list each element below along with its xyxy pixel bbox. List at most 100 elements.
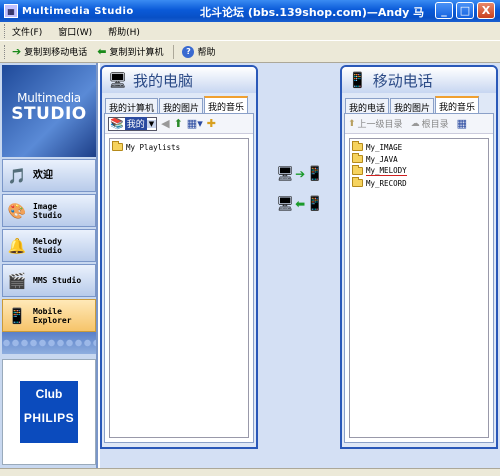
copy-to-pc-label: 复制到计算机 bbox=[109, 48, 164, 58]
menu-window[interactable]: 窗口(W) bbox=[58, 25, 92, 38]
tab-phone-music[interactable]: 我的音乐 bbox=[435, 96, 480, 114]
logo-line2: STUDIO bbox=[11, 104, 87, 124]
help-icon: ? bbox=[182, 45, 195, 58]
up-level-icon: ⬆ bbox=[348, 118, 356, 129]
nav-label-mms-studio: MMS Studio bbox=[33, 276, 82, 285]
root-dir-icon: ☁ bbox=[410, 118, 420, 129]
nav-item-image-studio[interactable]: 🎨 Image Studio bbox=[2, 194, 96, 227]
minimize-button[interactable]: _ bbox=[435, 2, 453, 19]
menu-bar: 文件(F) 窗口(W) 帮助(H) bbox=[0, 22, 500, 41]
new-folder-icon[interactable]: ✚ bbox=[207, 117, 216, 130]
pc-file-list: My Playlists bbox=[109, 138, 249, 438]
view-menu-icon[interactable]: ▦ bbox=[457, 117, 467, 130]
club-line2: PHILIPS bbox=[23, 411, 75, 425]
left-navigation: Multimedia STUDIO 🎵 欢迎 🎨 Image Studio 🔔 … bbox=[0, 63, 98, 468]
nav-item-mms-studio[interactable]: 🎬 MMS Studio bbox=[2, 264, 96, 297]
arrow-right-icon: ➔ bbox=[295, 167, 306, 181]
status-bar bbox=[0, 468, 500, 476]
send-to-phone-button[interactable]: 🖥 ➔ 📱 bbox=[275, 161, 325, 187]
clapperboard-icon: 🎬 bbox=[7, 271, 27, 290]
logo-line1: Multimedia bbox=[17, 91, 81, 105]
phone-icon: 📱 bbox=[7, 306, 27, 325]
phone-panel-title: 移动电话 bbox=[372, 71, 433, 90]
list-item-label: My_MELODY bbox=[366, 166, 407, 176]
welcome-icon: 🎵 bbox=[7, 166, 27, 185]
tab-phone-pictures[interactable]: 我的图片 bbox=[390, 98, 435, 114]
bell-icon: 🔔 bbox=[7, 236, 27, 255]
location-dropdown-value: 我的 bbox=[124, 117, 147, 130]
toolbar-separator bbox=[173, 44, 175, 59]
list-item-label: My Playlists bbox=[126, 142, 181, 152]
menu-file[interactable]: 文件(F) bbox=[12, 25, 42, 38]
folder-icon bbox=[112, 141, 123, 151]
tab-my-phone[interactable]: 我的电话 bbox=[345, 98, 390, 114]
folder-icon bbox=[352, 141, 363, 151]
help-button[interactable]: ? 帮助 bbox=[182, 45, 215, 58]
nav-item-welcome[interactable]: 🎵 欢迎 bbox=[2, 159, 96, 192]
menu-help[interactable]: 帮助(H) bbox=[108, 25, 140, 38]
nav-label-mobile-explorer: Mobile Explorer bbox=[33, 306, 72, 325]
root-dir-button[interactable]: ☁ 根目录 bbox=[410, 117, 449, 131]
folder-icon bbox=[352, 153, 363, 163]
copy-to-pc-button[interactable]: ⬅ 复制到计算机 bbox=[97, 45, 163, 58]
send-to-pc-button[interactable]: 🖥 ⬅ 📱 bbox=[275, 191, 325, 217]
nav-item-mobile-explorer[interactable]: 📱 Mobile Explorer bbox=[2, 299, 96, 332]
app-title: Multimedia Studio bbox=[22, 5, 134, 17]
phone-toolrow: ⬆ 上一级目录 ☁ 根目录 ▦ bbox=[345, 114, 493, 134]
club-line1: Club bbox=[35, 387, 63, 401]
menu-grip bbox=[4, 24, 7, 38]
folder-icon bbox=[352, 177, 363, 187]
chevron-down-icon: ▼ bbox=[146, 119, 157, 128]
library-icon: 📚 bbox=[110, 117, 124, 130]
nav-dots-decoration bbox=[2, 332, 96, 354]
main-area: Multimedia STUDIO 🎵 欢迎 🎨 Image Studio 🔔 … bbox=[0, 63, 500, 468]
phone-tabs: 我的电话 我的图片 我的音乐 bbox=[342, 93, 496, 114]
help-label: 帮助 bbox=[197, 48, 216, 58]
pc-panel-title: 我的电脑 bbox=[133, 71, 194, 90]
phone-file-list: My_IMAGE My_JAVA My_MELODY My_RECORD bbox=[349, 138, 489, 438]
nav-item-melody-studio[interactable]: 🔔 Melody Studio bbox=[2, 229, 96, 262]
window-caption: 北斗论坛 (bbs.139shop.com)—Andy 马 bbox=[200, 6, 425, 19]
phone-panel: 📱 移动电话 我的电话 我的图片 我的音乐 ⬆ 上一级目录 ☁ 根目录 ▦ My… bbox=[340, 65, 498, 449]
list-item[interactable]: My_RECORD bbox=[352, 177, 486, 189]
phone-small-icon: 📱 bbox=[306, 166, 324, 182]
up-folder-icon[interactable]: ⬆ bbox=[174, 117, 183, 130]
list-item[interactable]: My_JAVA bbox=[352, 153, 486, 165]
content-area: 🖥 我的电脑 我的计算机 我的图片 我的音乐 📚 我的 ▼ ◀ ⬆ ▦▾ ✚ M… bbox=[100, 63, 500, 468]
location-dropdown[interactable]: 📚 我的 ▼ bbox=[108, 116, 158, 131]
computer-small-icon: 🖥 bbox=[276, 196, 295, 212]
list-item-label: My_JAVA bbox=[366, 154, 398, 164]
arrow-right-icon: ➔ bbox=[12, 45, 22, 58]
nav-label-welcome: 欢迎 bbox=[33, 170, 53, 181]
club-philips-logo: Club PHILIPS bbox=[20, 381, 78, 443]
phone-small-icon: 📱 bbox=[306, 196, 324, 212]
list-item[interactable]: My_MELODY bbox=[352, 165, 486, 177]
tab-my-computer[interactable]: 我的计算机 bbox=[105, 98, 159, 114]
view-menu-icon[interactable]: ▦▾ bbox=[187, 117, 203, 130]
maximize-button[interactable]: □ bbox=[456, 2, 474, 19]
back-icon[interactable]: ◀ bbox=[161, 117, 169, 130]
pc-tab-body: 📚 我的 ▼ ◀ ⬆ ▦▾ ✚ My Playlists bbox=[104, 113, 254, 443]
list-item[interactable]: My_IMAGE bbox=[352, 141, 486, 153]
folder-icon bbox=[352, 165, 363, 175]
title-bar: ▦ Multimedia Studio 北斗论坛 (bbs.139shop.co… bbox=[0, 0, 500, 22]
up-level-button[interactable]: ⬆ 上一级目录 bbox=[348, 117, 403, 131]
copy-to-phone-button[interactable]: ➔ 复制到移动电话 bbox=[12, 45, 87, 58]
up-level-label: 上一级目录 bbox=[357, 120, 403, 130]
computer-icon: 🖥 bbox=[108, 71, 128, 89]
mobile-phone-icon: 📱 bbox=[348, 71, 367, 89]
close-button[interactable]: X bbox=[477, 2, 495, 19]
club-philips-banner[interactable]: Club PHILIPS bbox=[2, 359, 96, 465]
list-item-label: My_RECORD bbox=[366, 178, 407, 188]
arrow-left-icon: ⬅ bbox=[295, 197, 306, 211]
list-item[interactable]: My Playlists bbox=[112, 141, 246, 153]
pc-toolrow: 📚 我的 ▼ ◀ ⬆ ▦▾ ✚ bbox=[105, 114, 253, 134]
pc-panel: 🖥 我的电脑 我的计算机 我的图片 我的音乐 📚 我的 ▼ ◀ ⬆ ▦▾ ✚ M… bbox=[100, 65, 258, 449]
tab-my-pictures[interactable]: 我的图片 bbox=[159, 98, 204, 114]
tab-my-music[interactable]: 我的音乐 bbox=[204, 96, 249, 114]
studio-logo: Multimedia STUDIO bbox=[2, 65, 96, 157]
app-icon: ▦ bbox=[4, 4, 18, 18]
pc-tabs: 我的计算机 我的图片 我的音乐 bbox=[102, 93, 256, 114]
phone-tab-body: ⬆ 上一级目录 ☁ 根目录 ▦ My_IMAGE My_JAVA My_MELO… bbox=[344, 113, 494, 443]
image-palette-icon: 🎨 bbox=[7, 201, 27, 220]
